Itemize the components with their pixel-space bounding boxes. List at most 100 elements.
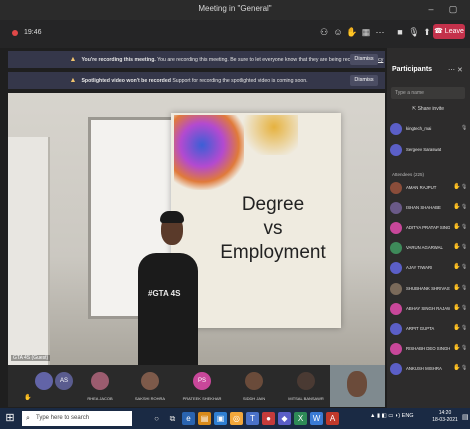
cortana-icon[interactable]: ○ bbox=[150, 412, 163, 425]
mic-icon: 🎙 bbox=[461, 305, 468, 311]
pdf-icon[interactable]: A bbox=[326, 412, 339, 425]
slide-graphic bbox=[238, 115, 298, 155]
share-invite-button[interactable]: ⇱ Share invite bbox=[391, 106, 465, 112]
avatar bbox=[390, 242, 402, 254]
raised-hand-icon: ✋ bbox=[453, 345, 461, 351]
file-explorer-icon[interactable]: ▤ bbox=[198, 412, 211, 425]
tray-icons: ▲ ▮ ◧ ▭ ◗) bbox=[370, 413, 401, 419]
excel-icon[interactable]: X bbox=[294, 412, 307, 425]
participant-name: Sergeev Saraswat bbox=[406, 147, 442, 152]
participant-row[interactable]: ABHAY SINGH RAJAWAT ✋ 🎙 bbox=[390, 302, 468, 320]
participant-name: ANKUSH MISHRA bbox=[406, 366, 442, 371]
participant-row[interactable]: SHUBHANK SHRIVASTAVA ✋ 🎙 bbox=[390, 282, 468, 300]
participant-row[interactable]: RISHABH DEO SINGH ✋ 🎙 bbox=[390, 342, 468, 360]
tile-name: SIDDH JAIN bbox=[242, 396, 266, 401]
participant-row[interactable]: ANKUSH MISHRA ✋ 🎙 bbox=[390, 362, 468, 380]
raised-hand-icon: ✋ bbox=[453, 244, 461, 250]
participant-row[interactable]: ISHAN SHAHABE ✋ 🎙 bbox=[390, 201, 468, 219]
participant-tile[interactable]: SIDDH JAIN bbox=[232, 368, 276, 406]
taskbar-clock[interactable]: 14:20 18-03-2021 bbox=[430, 410, 460, 424]
participant-tile[interactable]: RHEA JACOB bbox=[78, 368, 122, 406]
slide-title: Degree vs Employment bbox=[208, 193, 338, 265]
avatar bbox=[390, 182, 402, 194]
participants-icon[interactable]: ⚇ bbox=[318, 26, 330, 38]
raised-hand-icon: ✋ bbox=[24, 395, 32, 401]
mic-icon: 🎙 bbox=[461, 125, 468, 131]
self-video-person bbox=[347, 371, 367, 397]
attendees-header[interactable]: Attendees (225) bbox=[392, 172, 424, 177]
participant-name: ABHAY SINGH RAJAWAT bbox=[406, 306, 450, 311]
participant-row[interactable]: ADITYA PRATAP SINGH JA... ✋ 🎙 bbox=[390, 221, 468, 239]
dismiss-button[interactable]: Dismiss bbox=[350, 54, 378, 65]
task-view-icon[interactable]: ⧉ bbox=[166, 412, 179, 425]
camera-icon[interactable]: ■ bbox=[394, 26, 406, 38]
taskbar-search-placeholder: Type here to search bbox=[36, 415, 90, 421]
avatar bbox=[141, 372, 159, 390]
word-icon[interactable]: W bbox=[310, 412, 323, 425]
participant-tile[interactable]: SAKSHI ROHRA bbox=[128, 368, 172, 406]
participant-name: RISHABH DEO SINGH bbox=[406, 346, 450, 351]
speaker-label: GTA 4S (Guest) bbox=[11, 355, 51, 361]
warning-icon: ▲ bbox=[69, 56, 77, 63]
avatar bbox=[390, 262, 402, 274]
share-icon: ⇱ bbox=[412, 106, 417, 112]
taskbar-search-input[interactable]: ⌕ Type here to search bbox=[22, 411, 132, 426]
minimize-icon[interactable]: – bbox=[424, 3, 438, 15]
teams-icon[interactable]: T bbox=[246, 412, 259, 425]
rooms-icon[interactable]: ▦ bbox=[360, 26, 372, 38]
presenter-hair bbox=[160, 211, 184, 223]
phone-icon: ☎ bbox=[434, 28, 443, 35]
avatar bbox=[390, 303, 402, 315]
app-icon[interactable]: ● bbox=[262, 412, 275, 425]
participant-row[interactable]: AJAY TIWARI ✋ 🎙 bbox=[390, 261, 468, 279]
participant-row[interactable]: Sergeev Saraswat bbox=[390, 143, 468, 161]
system-tray[interactable]: ▲ ▮ ◧ ▭ ◗) ENG bbox=[370, 413, 414, 419]
store-icon[interactable]: ▣ bbox=[214, 412, 227, 425]
more-icon[interactable]: ⋯ bbox=[448, 67, 455, 74]
mic-icon: 🎙 bbox=[461, 365, 468, 371]
edge-icon[interactable]: e bbox=[182, 412, 195, 425]
participant-name: AJAY TIWARI bbox=[406, 265, 433, 270]
avatar bbox=[390, 222, 402, 234]
mic-icon: 🎙 bbox=[461, 285, 468, 291]
avatar: AS bbox=[55, 372, 73, 390]
banner-text: Support for recording the spotlighted vi… bbox=[172, 78, 308, 84]
panel-controls: ⋯ ✕ bbox=[448, 66, 463, 74]
shirt-text: #GTA 4S bbox=[148, 289, 181, 298]
mic-icon[interactable]: 🎙 bbox=[408, 26, 420, 38]
participant-tile[interactable]: PS PRATEEK SHEKHAR bbox=[180, 368, 224, 406]
share-icon[interactable]: ⬆ bbox=[421, 26, 433, 38]
participant-name: kingtech_mai bbox=[406, 126, 432, 131]
share-invite-label: Share invite bbox=[417, 106, 444, 112]
raised-hand-icon: ✋ bbox=[453, 325, 461, 331]
avatar bbox=[390, 283, 402, 295]
raised-hand-icon: ✋ bbox=[453, 224, 461, 230]
self-video[interactable] bbox=[330, 365, 385, 407]
participant-row[interactable]: AMAN RAJPUT ✋ 🎙 bbox=[390, 181, 468, 199]
chrome-icon[interactable]: ◎ bbox=[230, 412, 243, 425]
raised-hand-icon: ✋ bbox=[453, 285, 461, 291]
participant-search-input[interactable]: Type a name bbox=[391, 87, 465, 99]
chat-icon[interactable]: ☺ bbox=[332, 26, 344, 38]
participant-tile[interactable]: MITSAL BANSAWR bbox=[284, 368, 328, 406]
raise-hand-icon[interactable]: ✋ bbox=[346, 26, 358, 38]
participant-row[interactable]: ARPIT GUPTA ✋ 🎙 bbox=[390, 322, 468, 340]
close-icon[interactable]: ✕ bbox=[457, 67, 463, 74]
mic-icon: 🎙 bbox=[461, 244, 468, 250]
app-icon[interactable]: ◆ bbox=[278, 412, 291, 425]
window-title: Meeting in "General" bbox=[198, 4, 272, 13]
search-icon: ⌕ bbox=[26, 415, 30, 422]
raised-hand-icon: ✋ bbox=[453, 305, 461, 311]
slide-line: Degree bbox=[241, 194, 305, 215]
dismiss-button[interactable]: Dismiss bbox=[350, 75, 378, 86]
avatar: PS bbox=[193, 372, 211, 390]
notification-icon[interactable]: ▤ bbox=[462, 413, 469, 421]
participant-row[interactable]: VARUN AGARWAL ✋ 🎙 bbox=[390, 241, 468, 259]
leave-button[interactable]: ☎ Leave bbox=[433, 24, 465, 39]
participant-row[interactable]: kingtech_mai 🎙 bbox=[390, 122, 468, 140]
clock-time: 14:20 bbox=[438, 410, 452, 416]
more-actions-icon[interactable]: ⋯ bbox=[374, 26, 386, 38]
windows-start-icon[interactable]: ⊞ bbox=[4, 411, 16, 425]
maximize-icon[interactable]: ▢ bbox=[446, 3, 460, 15]
meeting-timer: 19:46 bbox=[24, 29, 42, 36]
